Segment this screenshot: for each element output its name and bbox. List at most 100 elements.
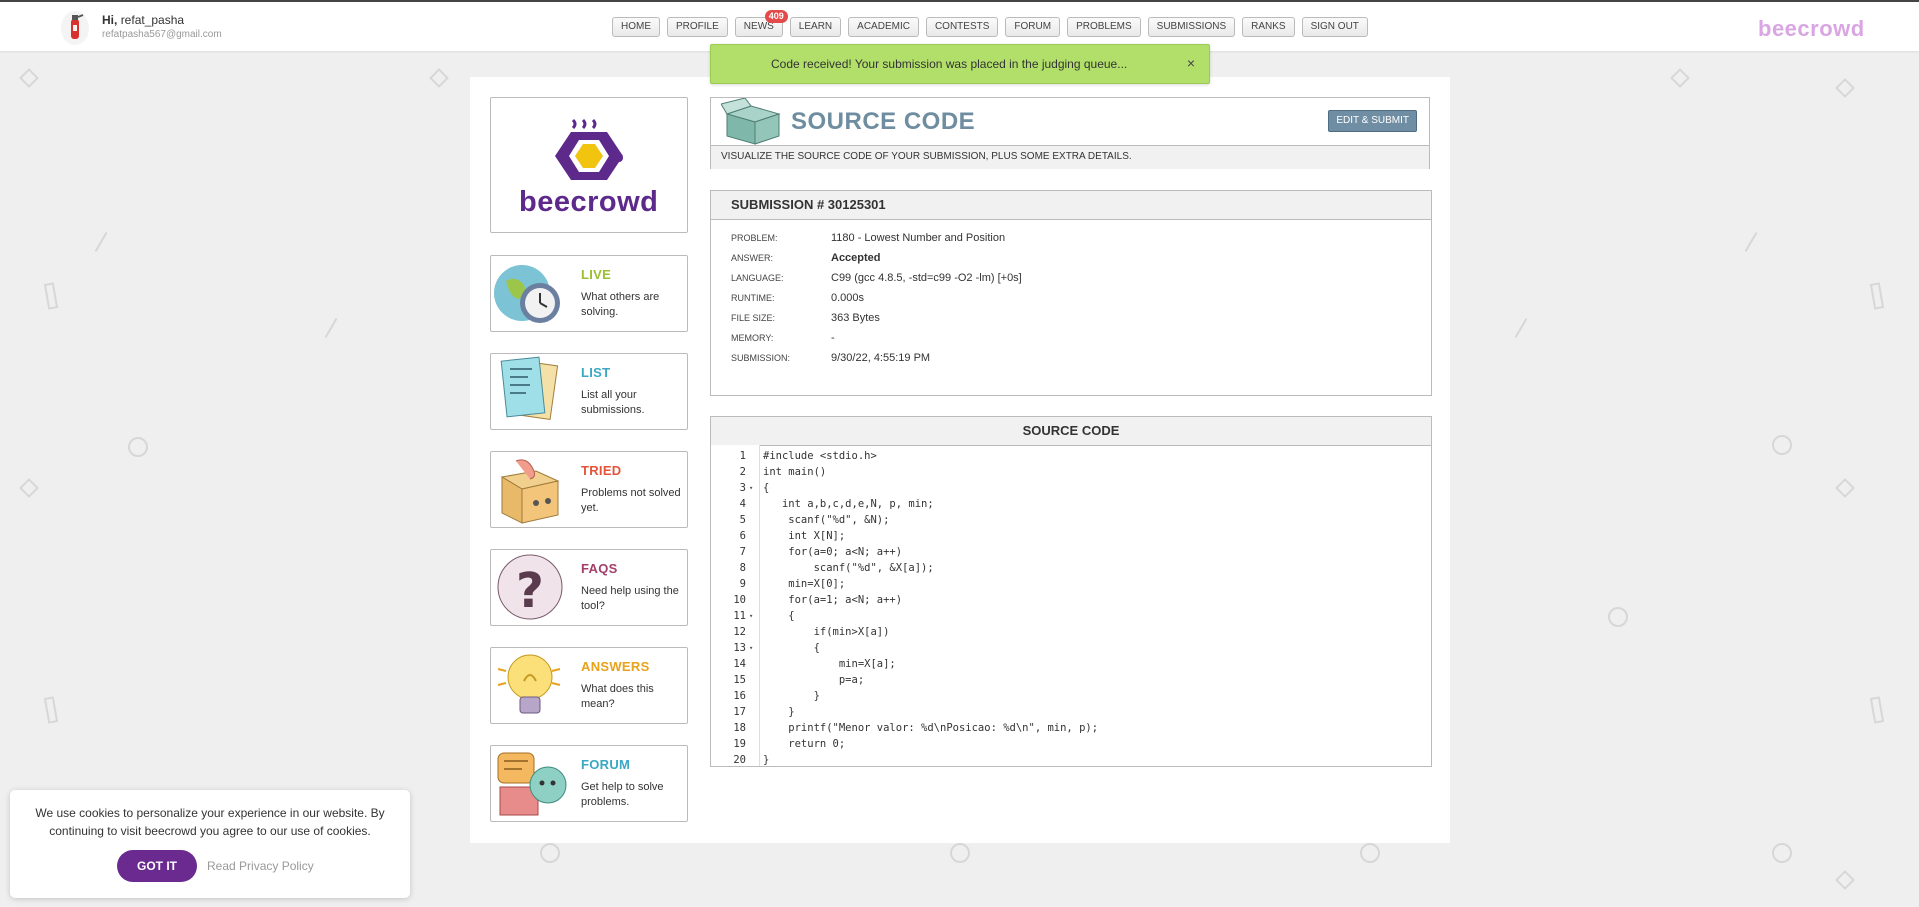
line-text: return 0; [763, 738, 846, 750]
sidebar-forum-title: FORUM [581, 757, 631, 772]
privacy-policy-link[interactable]: Read Privacy Policy [207, 859, 314, 873]
line-text: } [763, 754, 770, 766]
detail-value: 0.000s [831, 292, 865, 304]
sidebar-faqs-title: FAQS [581, 561, 618, 576]
fold-toggle-icon[interactable]: ▾ [749, 608, 753, 624]
sidebar-answers-desc: What does this mean? [581, 683, 654, 710]
detail-value: C99 (gcc 4.8.5, -std=c99 -O2 -lm) [+0s] [831, 272, 1022, 284]
line-number: 12 [733, 626, 746, 638]
code-line: 16 } [711, 688, 1431, 704]
code-line: 14 min=X[a]; [711, 656, 1431, 672]
sidebar-live-desc: What others are solving. [581, 291, 660, 318]
sidebar-item-tried[interactable]: TRIED Problems not solved yet. [490, 451, 688, 528]
avatar[interactable] [61, 11, 89, 45]
code-lines[interactable]: 1 #include <stdio.h> 2 int main() 3 ▾{4 int a… [711, 448, 1431, 768]
code-line: 18 printf("Menor valor: %d\nPosicao: %d\… [711, 720, 1431, 736]
line-text: { [763, 482, 770, 494]
detail-key: LANGUAGE: [731, 273, 784, 283]
line-number: 1 [739, 450, 746, 462]
detail-value: - [831, 332, 835, 344]
code-line: 1 #include <stdio.h> [711, 448, 1431, 464]
toast-message: Code received! Your submission was place… [771, 57, 1128, 71]
code-line: 8 scanf("%d", &X[a]); [711, 560, 1431, 576]
open-box-icon [721, 98, 781, 145]
submission-toast: Code received! Your submission was place… [710, 44, 1210, 84]
code-line: 10 for(a=1; a<N; a++) [711, 592, 1431, 608]
code-line: 7 for(a=0; a<N; a++) [711, 544, 1431, 560]
line-number: 11 [733, 610, 746, 622]
source-code-header: SOURCE CODE EDIT & SUBMIT VISUALIZE THE … [710, 97, 1430, 169]
code-line: 3 ▾ { [711, 480, 1431, 496]
sidebar-live-title: LIVE [581, 267, 612, 282]
nav-academic[interactable]: ACADEMIC [848, 17, 919, 37]
user-greeting: Hi, refat_pasha [102, 13, 184, 27]
edit-submit-button[interactable]: EDIT & SUBMIT [1328, 110, 1417, 132]
code-line: 9 min=X[0]; [711, 576, 1431, 592]
detail-key: PROBLEM: [731, 233, 778, 243]
sidebar-faqs-desc: Need help using the tool? [581, 585, 679, 612]
nav-learn[interactable]: LEARN [789, 17, 842, 37]
line-number: 5 [739, 514, 746, 526]
nav-problems[interactable]: PROBLEMS [1067, 17, 1141, 37]
code-line: 2 int main() [711, 464, 1431, 480]
code-line: 20} [711, 752, 1431, 768]
sidebar-item-answers[interactable]: ANSWERS What does this mean? [490, 647, 688, 724]
answer-status: Accepted [831, 252, 881, 264]
sidebar-answers-title: ANSWERS [581, 659, 650, 674]
nav-news[interactable]: NEWS 409 [734, 10, 788, 37]
brand-logo[interactable]: beecrowd [1758, 16, 1865, 42]
nav-submissions[interactable]: SUBMISSIONS [1147, 17, 1236, 37]
line-number: 3 [739, 482, 746, 494]
box-icon [500, 459, 560, 524]
nav-ranks[interactable]: RANKS [1242, 17, 1295, 37]
sidebar-tried-title: TRIED [581, 463, 622, 478]
logo-wordmark: beecrowd [519, 186, 659, 218]
sidebar-list-title: LIST [581, 365, 611, 380]
news-count-badge: 409 [764, 10, 788, 23]
sidebar-item-list[interactable]: LIST List all your submissions. [490, 353, 688, 430]
sidebar-forum-desc: Get help to solve problems. [581, 781, 664, 808]
fold-toggle-icon[interactable]: ▾ [749, 640, 753, 656]
detail-value[interactable]: 1180 - Lowest Number and Position [831, 232, 1231, 244]
close-icon[interactable]: × [1187, 55, 1195, 71]
line-text: { [763, 610, 795, 622]
sidebar-item-forum[interactable]: FORUM Get help to solve problems. [490, 745, 688, 822]
line-text: int a,b,c,d,e,N, p, min; [763, 498, 934, 510]
line-number: 14 [733, 658, 746, 670]
line-text: } [763, 690, 820, 702]
code-heading: SOURCE CODE [711, 417, 1431, 446]
nav-home[interactable]: HOME [612, 17, 660, 37]
fold-toggle-icon[interactable]: ▾ [749, 480, 753, 496]
nav-profile[interactable]: PROFILE [667, 17, 728, 37]
got-it-button[interactable]: GOT IT [117, 850, 197, 882]
line-text: min=X[0]; [763, 578, 846, 590]
code-line: 13 ▾ { [711, 640, 1431, 656]
globe-clock-icon [494, 265, 560, 323]
line-number: 13 [733, 642, 746, 654]
user-email: refatpasha567@gmail.com [102, 29, 222, 40]
beecrowd-logo-panel[interactable]: beecrowd [490, 97, 688, 233]
main-nav: HOME PROFILE NEWS 409 LEARN ACADEMIC CON… [612, 10, 1368, 37]
sidebar-item-faqs[interactable]: ? FAQS Need help using the tool? [490, 549, 688, 626]
line-text: scanf("%d", &X[a]); [763, 562, 934, 574]
detail-key: ANSWER: [731, 253, 774, 263]
line-number: 2 [739, 466, 746, 478]
code-line: 5 scanf("%d", &N); [711, 512, 1431, 528]
line-number: 17 [733, 706, 746, 718]
line-text: for(a=0; a<N; a++) [763, 546, 903, 558]
line-text: } [763, 706, 795, 718]
sidebar-item-live[interactable]: LIVE What others are solving. [490, 255, 688, 332]
line-number: 7 [739, 546, 746, 558]
papers-icon [500, 356, 559, 420]
detail-value: 363 Bytes [831, 312, 880, 324]
line-number: 10 [733, 594, 746, 606]
line-number: 9 [739, 578, 746, 590]
line-text: { [763, 642, 820, 654]
line-text: if(min>X[a]) [763, 626, 890, 638]
detail-key: MEMORY: [731, 333, 774, 343]
nav-sign-out[interactable]: SIGN OUT [1301, 17, 1368, 37]
code-line: 19 return 0; [711, 736, 1431, 752]
nav-forum[interactable]: FORUM [1005, 17, 1061, 37]
line-number: 4 [739, 498, 746, 510]
nav-contests[interactable]: CONTESTS [925, 17, 999, 37]
